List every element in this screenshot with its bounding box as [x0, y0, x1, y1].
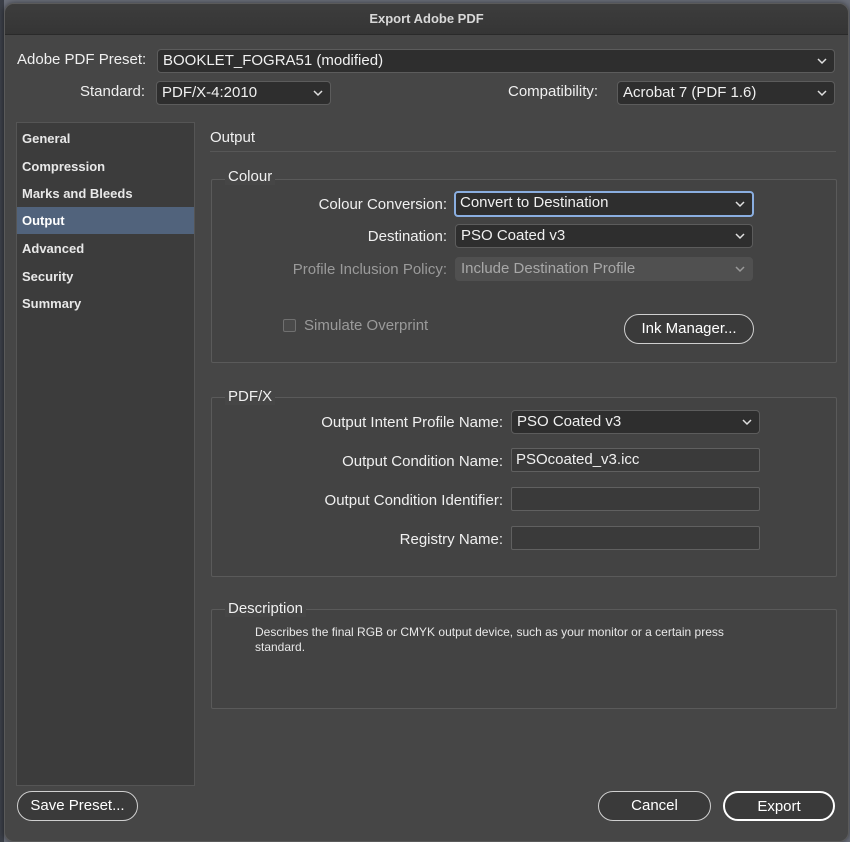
description-line-2: standard.: [255, 640, 306, 654]
simulate-overprint-checkbox: [283, 319, 296, 332]
registry-name-label: Registry Name:: [399, 531, 503, 548]
ink-manager-button[interactable]: Ink Manager...: [624, 314, 754, 344]
description-line-1: Describes the final RGB or CMYK output d…: [255, 625, 724, 639]
profile-inclusion-value: Include Destination Profile: [461, 260, 636, 277]
output-condition-identifier-field[interactable]: [511, 487, 760, 511]
chevron-down-icon: [735, 233, 745, 240]
output-condition-name-label: Output Condition Name:: [342, 453, 503, 470]
colour-conversion-value: Convert to Destination: [460, 194, 609, 211]
pdfx-group-title: PDF/X: [225, 388, 276, 405]
preset-value: BOOKLET_FOGRA51 (modified): [163, 52, 384, 69]
panel-title-divider: [210, 151, 836, 152]
simulate-overprint-label: Simulate Overprint: [304, 317, 429, 334]
output-intent-dropdown[interactable]: PSO Coated v3: [511, 410, 760, 434]
chevron-down-icon: [742, 419, 752, 426]
chevron-down-icon: [817, 58, 827, 65]
chevron-down-icon: [817, 90, 827, 97]
sidebar-item-general[interactable]: General: [17, 125, 194, 152]
output-condition-name-field[interactable]: PSOcoated_v3.icc: [511, 448, 760, 472]
sidebar-item-advanced[interactable]: Advanced: [17, 235, 194, 262]
profile-inclusion-label: Profile Inclusion Policy:: [292, 261, 447, 278]
description-text: Describes the final RGB or CMYK output d…: [255, 625, 825, 655]
destination-value: PSO Coated v3: [461, 227, 566, 244]
destination-dropdown[interactable]: PSO Coated v3: [455, 224, 753, 248]
category-sidebar: General Compression Marks and Bleeds Out…: [16, 122, 195, 786]
chevron-down-icon: [313, 90, 323, 97]
registry-name-field[interactable]: [511, 526, 760, 550]
description-group: [211, 609, 837, 709]
export-dialog: Export Adobe PDF Adobe PDF Preset: BOOKL…: [4, 3, 849, 842]
sidebar-item-output[interactable]: Output: [17, 207, 194, 234]
chevron-down-icon: [735, 201, 745, 208]
cancel-button[interactable]: Cancel: [598, 791, 711, 821]
compatibility-value: Acrobat 7 (PDF 1.6): [623, 84, 757, 101]
colour-group-title: Colour: [225, 168, 276, 185]
profile-inclusion-dropdown: Include Destination Profile: [455, 257, 753, 281]
output-intent-label: Output Intent Profile Name:: [321, 414, 503, 431]
description-group-title: Description: [225, 600, 307, 617]
save-preset-button[interactable]: Save Preset...: [17, 791, 138, 821]
panel-title: Output: [210, 129, 256, 146]
standard-dropdown[interactable]: PDF/X-4:2010: [156, 81, 331, 105]
sidebar-item-marks-and-bleeds[interactable]: Marks and Bleeds: [17, 180, 194, 207]
standard-value: PDF/X-4:2010: [162, 84, 258, 101]
compatibility-label: Compatibility:: [508, 83, 599, 100]
output-intent-value: PSO Coated v3: [517, 413, 622, 430]
compatibility-dropdown[interactable]: Acrobat 7 (PDF 1.6): [617, 81, 835, 105]
sidebar-item-summary[interactable]: Summary: [17, 290, 194, 317]
output-condition-identifier-label: Output Condition Identifier:: [324, 492, 503, 509]
colour-conversion-dropdown[interactable]: Convert to Destination: [454, 191, 754, 217]
window-title: Export Adobe PDF: [5, 4, 848, 35]
sidebar-item-security[interactable]: Security: [17, 263, 194, 290]
destination-label: Destination:: [367, 228, 447, 245]
chevron-down-icon: [735, 266, 745, 273]
sidebar-item-compression[interactable]: Compression: [17, 153, 194, 180]
standard-label: Standard:: [80, 83, 146, 100]
colour-conversion-label: Colour Conversion:: [318, 196, 447, 213]
preset-dropdown[interactable]: BOOKLET_FOGRA51 (modified): [157, 49, 835, 73]
export-button[interactable]: Export: [723, 791, 835, 821]
preset-label: Adobe PDF Preset:: [17, 51, 147, 68]
